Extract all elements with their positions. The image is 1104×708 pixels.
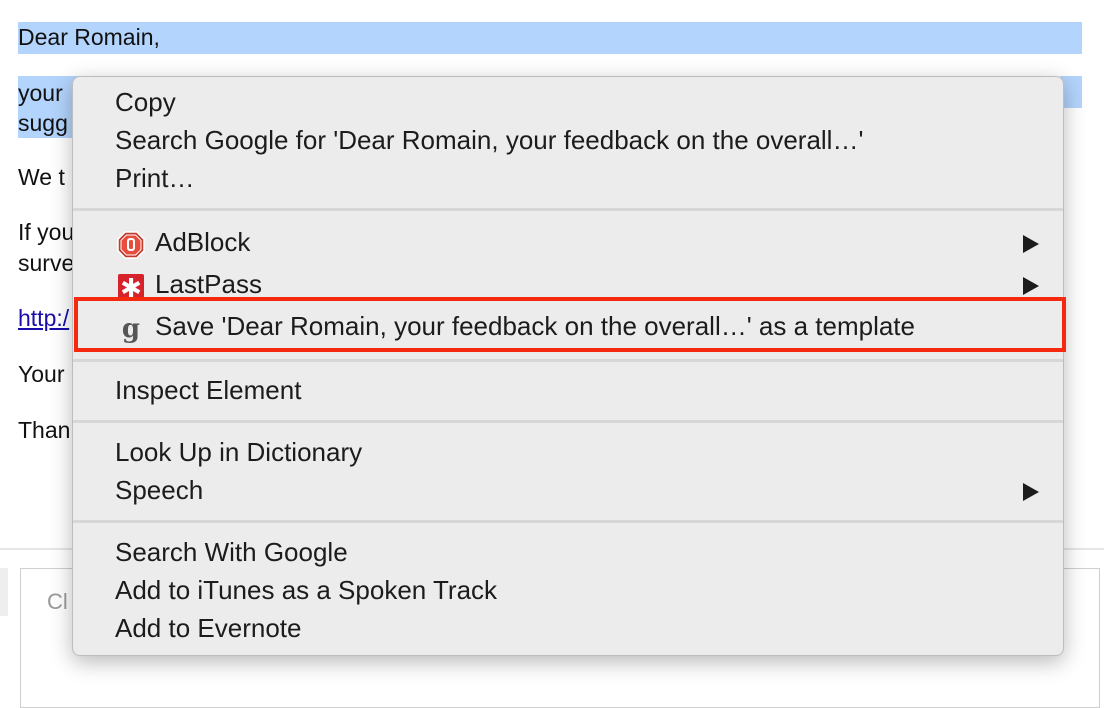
menu-item-add-to-itunes[interactable]: Add to iTunes as a Spoken Track <box>73 571 1063 609</box>
email-line: Than <box>18 417 71 443</box>
email-line: sugg <box>18 110 68 136</box>
menu-separator <box>73 208 1063 211</box>
email-line: surve <box>18 250 75 276</box>
submenu-arrow-icon <box>1023 235 1039 253</box>
menu-item-label: Search With Google <box>115 537 348 567</box>
submenu-arrow-icon <box>1023 483 1039 501</box>
context-menu: Copy Search Google for 'Dear Romain, you… <box>72 76 1064 656</box>
email-line: your <box>18 80 63 106</box>
menu-item-label: Search Google for 'Dear Romain, your fee… <box>115 125 864 155</box>
menu-item-label: Speech <box>115 475 204 505</box>
email-greeting: Dear Romain, <box>18 24 160 50</box>
menu-item-look-up-dictionary[interactable]: Look Up in Dictionary <box>73 433 1063 471</box>
submenu-arrow-icon <box>1023 277 1039 295</box>
menu-separator <box>73 520 1063 523</box>
reply-placeholder: Cl <box>47 589 68 614</box>
menu-item-label: LastPass <box>155 269 262 299</box>
menu-item-inspect-element[interactable]: Inspect Element <box>73 371 1063 409</box>
menu-item-print[interactable]: Print… <box>73 159 1063 197</box>
menu-item-speech[interactable]: Speech <box>73 471 1063 509</box>
menu-item-search-google-for[interactable]: Search Google for 'Dear Romain, your fee… <box>73 121 1063 159</box>
menu-item-adblock[interactable]: AdBlock <box>73 223 1063 261</box>
menu-item-label: Print… <box>115 163 195 193</box>
menu-item-label: Add to Evernote <box>115 613 302 643</box>
menu-separator <box>73 359 1063 362</box>
menu-separator <box>73 420 1063 423</box>
text-selection <box>18 22 1082 54</box>
email-line: We t <box>18 164 65 190</box>
email-line: If you <box>18 219 75 245</box>
menu-item-label: Copy <box>115 87 176 117</box>
menu-item-label: Add to iTunes as a Spoken Track <box>115 575 498 605</box>
menu-item-label: AdBlock <box>155 227 251 257</box>
email-line: Your <box>18 361 65 387</box>
menu-item-search-with-google[interactable]: Search With Google <box>73 533 1063 571</box>
survey-link[interactable]: http:/ <box>18 305 69 332</box>
highlight-annotation <box>74 297 1066 352</box>
menu-item-label: Inspect Element <box>115 375 302 405</box>
reply-gutter <box>0 568 8 616</box>
menu-item-label: Look Up in Dictionary <box>115 437 363 467</box>
menu-item-copy[interactable]: Copy <box>73 83 1063 121</box>
menu-item-add-to-evernote[interactable]: Add to Evernote <box>73 609 1063 647</box>
adblock-icon <box>117 231 145 259</box>
